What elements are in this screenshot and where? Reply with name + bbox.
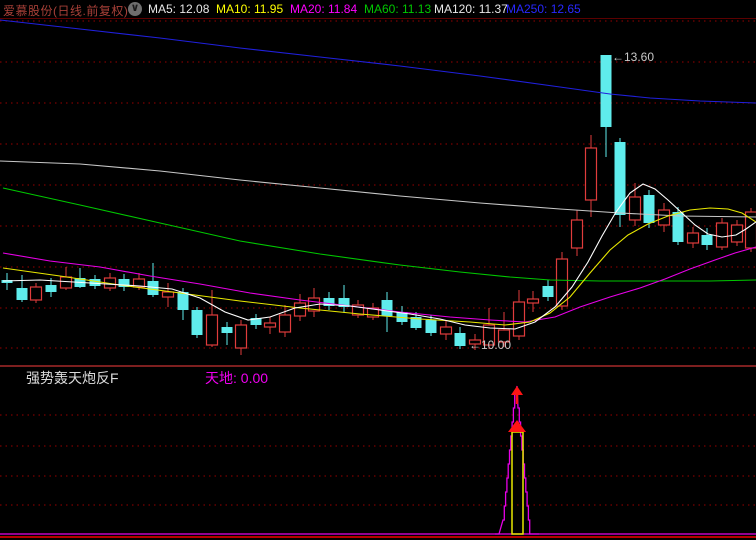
candle-down — [191, 310, 203, 335]
candle-down — [454, 333, 466, 346]
candle-up — [234, 324, 248, 349]
candle-up — [730, 224, 744, 243]
candle-up — [263, 322, 277, 328]
candle-down — [381, 300, 393, 316]
candle-up — [161, 291, 175, 298]
ma-line-ma5 — [2, 183, 756, 330]
candle-up — [686, 232, 700, 244]
price-marker-label: ←10.00 — [469, 338, 511, 352]
candle-up — [278, 314, 292, 333]
triangle-marker-icon — [508, 420, 526, 432]
candle-down — [425, 320, 437, 333]
chart-title-bar: 爱慕股份(日线.前复权) ∨ MA5: 12.08 MA10: 11.95 MA20… — [0, 0, 756, 18]
ma-label-ma5: MA5: 12.08 — [148, 2, 210, 16]
candlestick-chart-canvas[interactable]: ←13.60 ←10.00 — [0, 0, 756, 540]
chevron-down-icon[interactable]: ∨ — [128, 2, 142, 16]
indicator-name: 强势轰天炮反F — [26, 370, 119, 386]
stock-title: 爱慕股份(日线.前复权) — [3, 4, 129, 18]
candle-down — [542, 286, 554, 297]
up-arrow-icon — [511, 386, 523, 395]
candle-down — [45, 285, 57, 292]
candle-down — [701, 235, 713, 245]
candle-up — [584, 147, 598, 201]
ma-label-ma20: MA20: 11.84 — [290, 2, 358, 16]
candle-up — [570, 219, 584, 249]
ma-label-ma120: MA120: 11.37 — [434, 2, 508, 16]
indicator-param-value: 天地: 0.00 — [205, 370, 269, 386]
candle-up — [439, 326, 453, 335]
candle-up — [205, 314, 219, 346]
indicator-panel-header: ∨ 强势轰天炮反F 天地: 0.00 — [0, 367, 756, 386]
candle-up — [715, 222, 729, 248]
candle-down — [16, 288, 28, 300]
price-marker-label: ←13.60 — [612, 50, 654, 64]
candle-up — [59, 276, 73, 289]
candle-up — [293, 302, 307, 317]
indicator-spike-outline — [495, 385, 539, 535]
ma-line-ma120 — [0, 160, 756, 218]
candle-up — [628, 196, 642, 221]
candle-up — [526, 298, 540, 304]
candle-down — [614, 142, 626, 215]
candle-down — [89, 279, 101, 286]
candle-up — [29, 286, 43, 301]
ma-label-ma250: MA250: 12.65 — [506, 2, 581, 16]
candle-down — [221, 327, 233, 333]
ma-label-ma10: MA10: 11.95 — [216, 2, 284, 16]
stock-chart-app: ←13.60 ←10.00 爱慕股份(日线.前复权) ∨ MA5: 12.08 MA… — [0, 0, 756, 540]
candle-down — [600, 55, 612, 127]
candle-down — [643, 195, 655, 223]
candle-down — [177, 292, 189, 310]
candle-up — [512, 301, 526, 337]
ma-label-ma60: MA60: 11.13 — [364, 2, 432, 16]
